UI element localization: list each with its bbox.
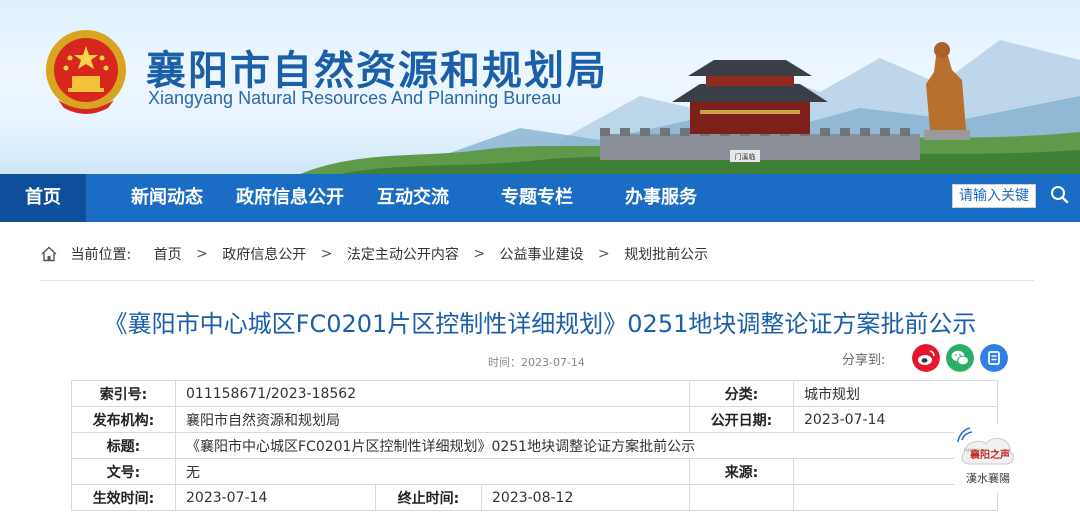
source-label: 来源: <box>689 458 794 485</box>
title-label: 标题: <box>71 432 176 459</box>
article-title: 《襄阳市中心城区FC0201片区控制性详细规划》0251地块调整论证方案批前公示 <box>103 310 977 338</box>
table-row: 标题: 《襄阳市中心城区FC0201片区控制性详细规划》0251地块调整论证方案… <box>71 432 998 459</box>
home-icon <box>41 246 57 262</box>
breadcrumb: 当前位置: 首页 > 政府信息公开 > 法定主动公开内容 > 公益事业建设 > … <box>40 244 708 270</box>
index-value: 011158671/2023-18562 <box>175 380 690 407</box>
breadcrumb-separator: > <box>196 246 208 262</box>
main-nav: 首页 新闻动态 政府信息公开 互动交流 专题专栏 办事服务 <box>0 174 1080 222</box>
docno-value: 无 <box>175 458 690 485</box>
weibo-share-icon[interactable] <box>912 344 940 372</box>
nav-services[interactable]: 办事服务 <box>608 174 714 222</box>
wechat-share-icon[interactable] <box>946 344 974 372</box>
table-row: 索引号: 011158671/2023-18562 分类: 城市规划 <box>71 380 998 407</box>
breadcrumb-separator: > <box>320 246 333 262</box>
docno-label: 文号: <box>71 458 176 485</box>
category-value: 城市规划 <box>793 380 998 407</box>
watermark-line2: 漢水襄陽 <box>966 471 1010 485</box>
breadcrumb-public-welfare[interactable]: 公益事业建设 <box>500 247 584 263</box>
breadcrumb-gov-info[interactable]: 政府信息公开 <box>222 247 306 263</box>
publisher-value: 襄阳市自然资源和规划局 <box>175 406 690 433</box>
document-info-table: 索引号: 011158671/2023-18562 分类: 城市规划 发布机构:… <box>71 380 998 511</box>
breadcrumb-planning-notice[interactable]: 规划批前公示 <box>624 247 708 263</box>
title-value: 《襄阳市中心城区FC0201片区控制性详细规划》0251地块调整论证方案批前公示 <box>175 432 998 459</box>
table-row: 生效时间: 2023-07-14 终止时间: 2023-08-12 <box>71 484 998 511</box>
category-label: 分类: <box>689 380 794 407</box>
nav-special[interactable]: 专题专栏 <box>484 174 590 222</box>
table-row: 文号: 无 来源: <box>71 458 998 485</box>
site-subtitle: Xiangyang Natural Resources And Planning… <box>148 88 562 108</box>
breadcrumb-statutory[interactable]: 法定主动公开内容 <box>347 247 459 263</box>
end-label: 终止时间: <box>375 484 482 511</box>
qzone-share-icon[interactable] <box>980 344 1008 372</box>
end-value: 2023-08-12 <box>481 484 690 511</box>
gate-plaque: 门溪临 <box>735 152 756 161</box>
nav-gov-info[interactable]: 政府信息公开 <box>228 174 352 222</box>
breadcrumb-prefix: 当前位置: <box>70 247 132 263</box>
national-emblem-icon <box>46 30 126 114</box>
share-label: 分享到: <box>842 353 886 368</box>
breadcrumb-home[interactable]: 首页 <box>154 247 182 263</box>
nav-home[interactable]: 首页 <box>0 174 86 222</box>
nav-interaction[interactable]: 互动交流 <box>360 174 466 222</box>
search-icon[interactable] <box>1044 180 1076 212</box>
effective-label: 生效时间: <box>71 484 176 511</box>
publish-time: 时间：2023-07-14 <box>488 356 585 369</box>
divider <box>40 280 1034 281</box>
radio-station-logo: 襄阳之声 FM93.6 漢水襄陽 <box>954 424 1022 492</box>
pubdate-label: 公开日期: <box>689 406 794 433</box>
effective-value: 2023-07-14 <box>175 484 376 511</box>
nav-news[interactable]: 新闻动态 <box>112 174 222 222</box>
empty-cell <box>689 484 794 511</box>
watermark-tag: FM93.6 <box>964 448 979 453</box>
search-input[interactable]: 请输入关键 <box>952 184 1036 208</box>
header-banner: 门溪临 襄阳市自然资源和规划局 Xiangyang Natural Resour… <box>0 0 1080 174</box>
publisher-label: 发布机构: <box>71 406 176 433</box>
breadcrumb-separator: > <box>598 246 610 262</box>
table-row: 发布机构: 襄阳市自然资源和规划局 公开日期: 2023-07-14 <box>71 406 998 433</box>
breadcrumb-separator: > <box>473 246 486 262</box>
index-label: 索引号: <box>71 380 176 407</box>
